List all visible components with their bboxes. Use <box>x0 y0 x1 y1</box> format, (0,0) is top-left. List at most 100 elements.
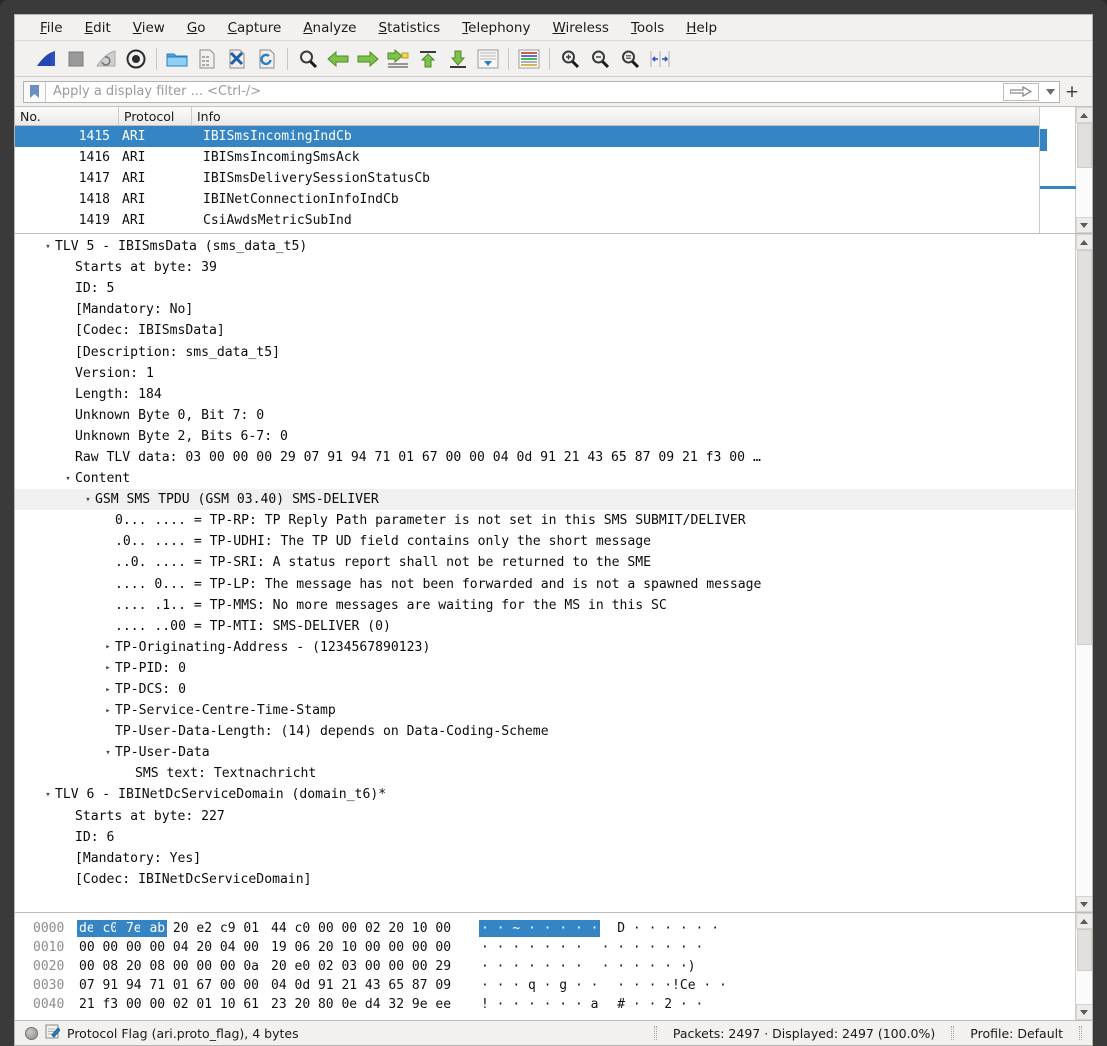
menu-item-telephony[interactable]: Telephony <box>451 17 541 39</box>
tree-item[interactable]: ▸ TP-PID: 0 <box>15 658 1075 679</box>
tree-item[interactable]: Version: 1 <box>15 363 1075 384</box>
column-header-info[interactable]: Info <box>192 107 1039 125</box>
column-header-no[interactable]: No. <box>15 107 119 125</box>
hex-row[interactable]: 0010 00 00 00 00 04 20 04 00 19 06 20 10 0… <box>21 938 1075 957</box>
capture-options-icon[interactable] <box>121 44 151 74</box>
tree-item[interactable]: TP-User-Data-Length: (14) depends on Dat… <box>15 721 1075 742</box>
tree-item[interactable]: [Codec: IBINetDcServiceDomain] <box>15 869 1075 890</box>
auto-scroll-icon[interactable] <box>473 44 503 74</box>
stop-capture-icon[interactable] <box>61 44 91 74</box>
packet-list-row[interactable]: 1415 ARI IBISmsIncomingIndCb <box>15 126 1039 147</box>
tree-item[interactable]: .... 0... = TP-LP: The message has not b… <box>15 574 1075 595</box>
scroll-down-icon[interactable] <box>1075 896 1092 912</box>
packet-details-scrollbar[interactable] <box>1075 234 1092 912</box>
status-resize-grip[interactable] <box>1079 1026 1082 1040</box>
scrollbar-track[interactable] <box>1076 250 1092 896</box>
chevron-down-icon[interactable]: ▾ <box>61 474 75 484</box>
resize-columns-icon[interactable] <box>645 44 675 74</box>
restart-capture-icon[interactable] <box>91 44 121 74</box>
go-back-icon[interactable] <box>323 44 353 74</box>
go-to-packet-icon[interactable] <box>383 44 413 74</box>
chevron-right-icon[interactable]: ▸ <box>101 685 115 695</box>
tree-item[interactable]: Raw TLV data: 03 00 00 00 29 07 91 94 71… <box>15 447 1075 468</box>
tree-item[interactable]: [Description: sms_data_t5] <box>15 341 1075 362</box>
filter-dropdown-icon[interactable] <box>1041 82 1059 102</box>
zoom-out-icon[interactable] <box>585 44 615 74</box>
menu-item-view[interactable]: View <box>122 17 176 39</box>
tree-item[interactable]: ▾ Content <box>15 468 1075 489</box>
chevron-right-icon[interactable]: ▸ <box>101 706 115 716</box>
zoom-reset-icon[interactable] <box>615 44 645 74</box>
start-capture-icon[interactable] <box>31 44 61 74</box>
menu-item-go[interactable]: Go <box>176 17 217 39</box>
zoom-in-icon[interactable] <box>555 44 585 74</box>
scrollbar-track[interactable] <box>1076 123 1092 217</box>
tree-item[interactable]: Starts at byte: 227 <box>15 806 1075 827</box>
menu-item-capture[interactable]: Capture <box>217 17 293 39</box>
status-profile[interactable]: Profile: Default <box>960 1026 1073 1041</box>
colorize-icon[interactable] <box>514 44 544 74</box>
bookmark-icon[interactable] <box>24 81 46 102</box>
packet-list-row[interactable]: 1416 ARI IBISmsIncomingSmsAck <box>15 147 1039 168</box>
scrollbar-track[interactable] <box>1076 929 1092 1004</box>
packet-list-scrollbar[interactable] <box>1075 107 1092 233</box>
chevron-down-icon[interactable]: ▾ <box>101 748 115 758</box>
column-header-protocol[interactable]: Protocol <box>119 107 192 125</box>
scrollbar-thumb[interactable] <box>1076 250 1092 645</box>
tree-item[interactable]: .0.. .... = TP-UDHI: The TP UD field con… <box>15 531 1075 552</box>
tree-item[interactable]: ▸ TP-Service-Centre-Time-Stamp <box>15 700 1075 721</box>
scroll-up-icon[interactable] <box>1075 913 1092 929</box>
chevron-down-icon[interactable]: ▾ <box>41 790 55 800</box>
chevron-down-icon[interactable]: ▾ <box>81 495 95 505</box>
add-filter-button[interactable]: + <box>1060 82 1084 102</box>
packet-list-minimap[interactable] <box>1039 107 1076 233</box>
menu-item-wireless[interactable]: Wireless <box>541 17 620 39</box>
display-filter-input[interactable]: Apply a display filter ... <Ctrl-/> <box>23 80 1060 103</box>
tree-item[interactable]: SMS text: Textnachricht <box>15 763 1075 784</box>
packet-list-row[interactable]: 1417 ARI IBISmsDeliverySessionStatusCb <box>15 168 1039 189</box>
capture-comment-icon[interactable] <box>45 1024 61 1042</box>
menu-item-file[interactable]: File <box>29 17 74 39</box>
tree-item[interactable]: ID: 5 <box>15 278 1075 299</box>
tree-item[interactable]: ▾ TLV 5 - IBISmsData (sms_data_t5) <box>15 236 1075 257</box>
scrollbar-thumb[interactable] <box>1076 929 1092 971</box>
tree-item[interactable]: [Mandatory: No] <box>15 299 1075 320</box>
scroll-up-icon[interactable] <box>1075 107 1092 123</box>
tree-item[interactable]: ..0. .... = TP-SRI: A status report shal… <box>15 552 1075 573</box>
scroll-down-icon[interactable] <box>1075 1004 1092 1020</box>
tree-item[interactable]: ID: 6 <box>15 827 1075 848</box>
tree-item[interactable]: [Codec: IBISmsData] <box>15 320 1075 341</box>
hex-row[interactable]: 0020 00 08 20 08 00 00 00 0a 20 e0 02 03 0… <box>21 957 1075 976</box>
tree-item[interactable]: ▾ TP-User-Data <box>15 742 1075 763</box>
menu-item-help[interactable]: Help <box>675 17 728 39</box>
hex-row[interactable]: 0030 07 91 94 71 01 67 00 00 04 0d 91 21 4… <box>21 976 1075 995</box>
chevron-right-icon[interactable]: ▸ <box>101 663 115 673</box>
go-last-packet-icon[interactable] <box>443 44 473 74</box>
apply-filter-button[interactable] <box>1003 82 1039 101</box>
tree-item[interactable]: Unknown Byte 2, Bits 6-7: 0 <box>15 426 1075 447</box>
menu-item-analyze[interactable]: Analyze <box>292 17 367 39</box>
menu-item-tools[interactable]: Tools <box>620 17 675 39</box>
packet-list-row[interactable]: 1419 ARI CsiAwdsMetricSubInd <box>15 210 1039 231</box>
menu-item-edit[interactable]: Edit <box>74 17 122 39</box>
tree-item[interactable]: [Mandatory: Yes] <box>15 848 1075 869</box>
capture-state-icon[interactable] <box>25 1026 38 1040</box>
tree-item[interactable]: Starts at byte: 39 <box>15 257 1075 278</box>
packet-list-row[interactable]: 1418 ARI IBINetConnectionInfoIndCb <box>15 189 1039 210</box>
chevron-down-icon[interactable]: ▾ <box>41 242 55 252</box>
tree-item[interactable]: Unknown Byte 0, Bit 7: 0 <box>15 405 1075 426</box>
tree-item[interactable]: .... ..00 = TP-MTI: SMS-DELIVER (0) <box>15 616 1075 637</box>
save-file-icon[interactable] <box>192 44 222 74</box>
open-file-icon[interactable] <box>162 44 192 74</box>
tree-item[interactable]: Length: 184 <box>15 384 1075 405</box>
tree-item[interactable]: ▸ TP-DCS: 0 <box>15 679 1075 700</box>
chevron-right-icon[interactable]: ▸ <box>101 642 115 652</box>
menu-item-statistics[interactable]: Statistics <box>367 17 451 39</box>
tree-item[interactable]: ▾ TLV 6 - IBINetDcServiceDomain (domain_t… <box>15 784 1075 805</box>
reload-file-icon[interactable] <box>252 44 282 74</box>
packet-bytes-scrollbar[interactable] <box>1075 913 1092 1020</box>
hex-row[interactable]: 0000 de c0 7e ab 20 e2 c9 01 44 c0 00 00 0… <box>21 919 1075 938</box>
scroll-up-icon[interactable] <box>1075 234 1092 250</box>
go-forward-icon[interactable] <box>353 44 383 74</box>
scroll-down-icon[interactable] <box>1075 217 1092 233</box>
